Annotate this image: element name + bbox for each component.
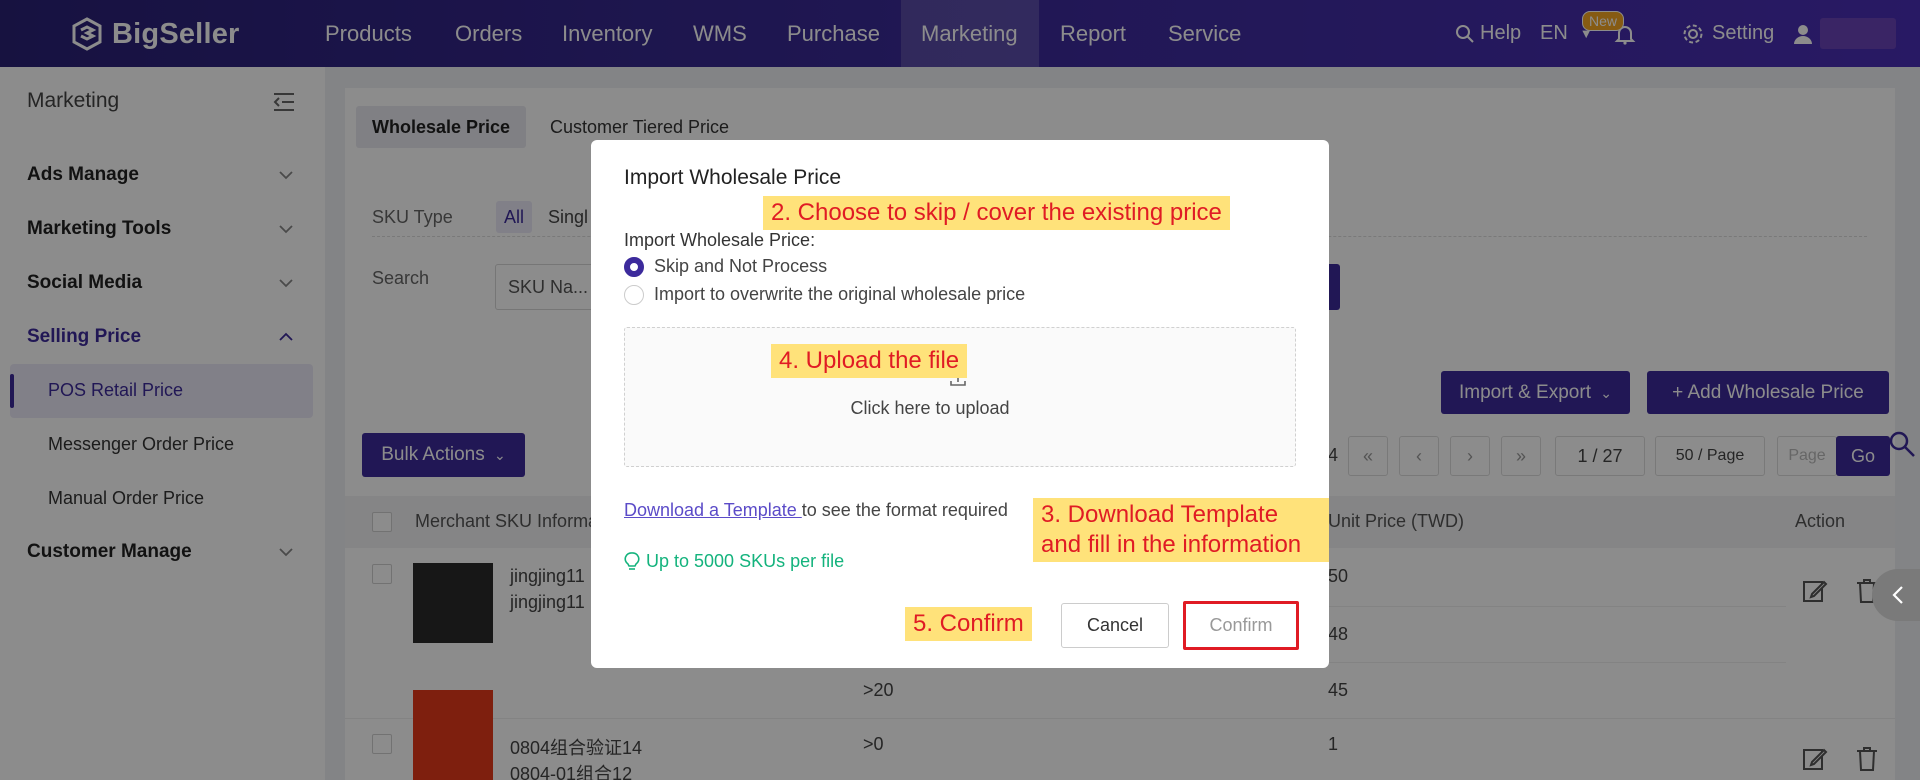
download-template-link[interactable]: Download a Template	[624, 500, 802, 520]
cancel-button[interactable]: Cancel	[1061, 603, 1169, 648]
radio-skip-label: Skip and Not Process	[654, 256, 828, 276]
confirm-highlight-box: Confirm	[1183, 601, 1299, 650]
side-panel-toggle[interactable]	[1872, 569, 1920, 621]
radio-skip-option[interactable]: Skip and Not Process	[624, 256, 827, 277]
sku-limit-text: Up to 5000 SKUs per file	[646, 551, 845, 571]
dialog-title: Import Wholesale Price	[624, 166, 842, 189]
lightbulb-icon	[624, 551, 640, 570]
annotation-step-3-line1: 3. Download Template	[1041, 501, 1279, 528]
radio-button[interactable]	[624, 284, 644, 305]
radio-overwrite-label: Import to overwrite the original wholesa…	[654, 284, 1026, 304]
annotation-step-4: 4. Upload the file	[771, 344, 968, 378]
annotation-step-3: 3. Download Template and fill in the inf…	[1033, 498, 1329, 562]
template-instruction: Download a Template to see the format re…	[624, 500, 1008, 521]
upload-text: Click here to upload	[850, 398, 1010, 418]
annotation-step-5: 5. Confirm	[905, 607, 1032, 641]
confirm-button[interactable]: Confirm	[1188, 606, 1294, 645]
sku-limit-hint: Up to 5000 SKUs per file	[624, 551, 844, 572]
radio-button[interactable]	[624, 256, 644, 277]
radio-overwrite-option[interactable]: Import to overwrite the original wholesa…	[624, 284, 1025, 305]
chevron-left-icon	[1892, 586, 1903, 604]
radio-group-label: Import Wholesale Price:	[624, 230, 816, 250]
import-wholesale-price-dialog: Import Wholesale Price Import Wholesale …	[591, 140, 1329, 668]
annotation-step-2: 2. Choose to skip / cover the existing p…	[763, 196, 1230, 230]
annotation-step-3-line2: and fill in the information	[1041, 531, 1302, 558]
template-instruction-text: to see the format required	[801, 500, 1008, 520]
